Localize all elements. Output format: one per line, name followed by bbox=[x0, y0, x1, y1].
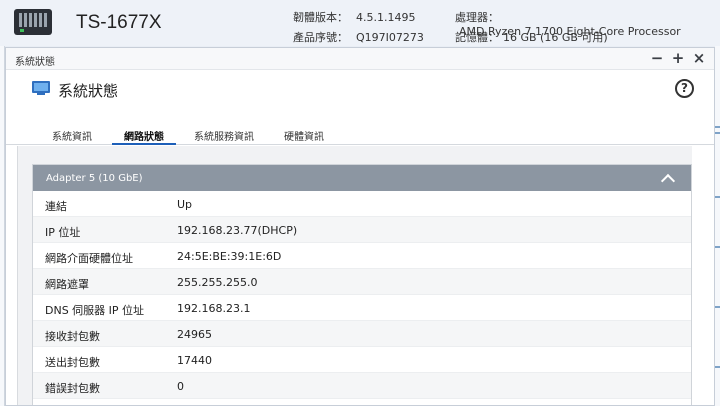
row-value: 192.168.23.1 bbox=[177, 302, 251, 315]
help-circle-icon[interactable]: ? bbox=[675, 79, 694, 98]
memory-info: 記憶體： 16 GB (16 GB 可用) bbox=[455, 29, 608, 45]
window-title: 系統狀態 bbox=[15, 57, 55, 68]
row-value: 0 bbox=[177, 380, 184, 393]
monitor-icon bbox=[32, 81, 50, 96]
row-value: 24965 bbox=[177, 328, 212, 341]
nas-model-name: TS-1677X bbox=[76, 12, 162, 33]
system-status-window: 系統狀態 − + × 系統狀態 ? 系統資訊 網路狀態 系統服務資訊 硬體資訊 … bbox=[5, 47, 715, 406]
row-label: 送出封包數 bbox=[45, 356, 100, 369]
tab-content: Adapter 5 (10 GbE) 連結 Up IP 位址 192.168.23.7… bbox=[17, 146, 692, 405]
adapter-panel-header[interactable]: Adapter 5 (10 GbE) bbox=[33, 165, 691, 191]
row-label: 連結 bbox=[45, 200, 67, 213]
tab-network-status[interactable]: 網路狀態 bbox=[112, 128, 176, 145]
minimize-button[interactable]: − bbox=[648, 49, 666, 67]
row-value: 24:5E:BE:39:1E:6D bbox=[177, 250, 282, 263]
row-label: 錯誤封包數 bbox=[45, 382, 100, 395]
table-row: 錯誤封包數 0 bbox=[33, 373, 691, 399]
table-row: 接收封包數 24965 bbox=[33, 321, 691, 347]
serial-label: 產品序號： bbox=[293, 31, 348, 44]
row-label: IP 位址 bbox=[45, 226, 81, 239]
table-row: 網路遮罩 255.255.255.0 bbox=[33, 269, 691, 295]
table-row: DNS 伺服器 IP 位址 192.168.23.1 bbox=[33, 295, 691, 321]
row-value: 17440 bbox=[177, 354, 212, 367]
serial-value: Q197I07273 bbox=[356, 31, 424, 44]
adapter-details: 連結 Up IP 位址 192.168.23.77(DHCP) 網路介面硬體位址 24:5… bbox=[33, 191, 691, 399]
background-window-right bbox=[715, 46, 720, 406]
app-header: 系統狀態 ? bbox=[6, 70, 714, 110]
serial-info: 產品序號： Q197I07273 bbox=[293, 29, 424, 45]
nas-info-header: TS-1677X 韌體版本： 4.5.1.1495 產品序號： Q197I07273… bbox=[0, 0, 720, 46]
maximize-button[interactable]: + bbox=[669, 49, 687, 67]
table-row: 網路介面硬體位址 24:5E:BE:39:1E:6D bbox=[33, 243, 691, 269]
adapter-title: Adapter 5 (10 GbE) bbox=[46, 173, 143, 184]
row-value: 255.255.255.0 bbox=[177, 276, 258, 289]
nas-device-icon bbox=[14, 9, 52, 35]
tab-system-services[interactable]: 系統服務資訊 bbox=[194, 128, 254, 145]
app-title: 系統狀態 bbox=[58, 82, 119, 100]
table-row: IP 位址 192.168.23.77(DHCP) bbox=[33, 217, 691, 243]
row-label: DNS 伺服器 IP 位址 bbox=[45, 304, 145, 317]
tab-system-info[interactable]: 系統資訊 bbox=[52, 128, 92, 145]
cpu-label: 處理器： bbox=[455, 11, 499, 24]
tab-bar: 系統資訊 網路狀態 系統服務資訊 硬體資訊 bbox=[6, 126, 714, 145]
memory-label: 記憶體： bbox=[455, 31, 499, 44]
row-label: 網路遮罩 bbox=[45, 278, 89, 291]
tab-hardware-info[interactable]: 硬體資訊 bbox=[284, 128, 324, 145]
firmware-value: 4.5.1.1495 bbox=[356, 11, 416, 24]
firmware-info: 韌體版本： 4.5.1.1495 bbox=[293, 9, 415, 25]
table-row: 送出封包數 17440 bbox=[33, 347, 691, 373]
row-label: 接收封包數 bbox=[45, 330, 100, 343]
table-row: 連結 Up bbox=[33, 191, 691, 217]
close-button[interactable]: × bbox=[690, 49, 708, 67]
row-value: 192.168.23.77(DHCP) bbox=[177, 224, 298, 237]
row-value: Up bbox=[177, 198, 193, 211]
row-label: 網路介面硬體位址 bbox=[45, 252, 133, 265]
adapter-panel: Adapter 5 (10 GbE) 連結 Up IP 位址 192.168.23.7… bbox=[32, 164, 692, 405]
chevron-up-icon[interactable] bbox=[661, 172, 673, 184]
memory-value: 16 GB (16 GB 可用) bbox=[503, 31, 608, 44]
firmware-label: 韌體版本： bbox=[293, 11, 348, 24]
window-titlebar[interactable]: 系統狀態 − + × bbox=[6, 48, 714, 70]
